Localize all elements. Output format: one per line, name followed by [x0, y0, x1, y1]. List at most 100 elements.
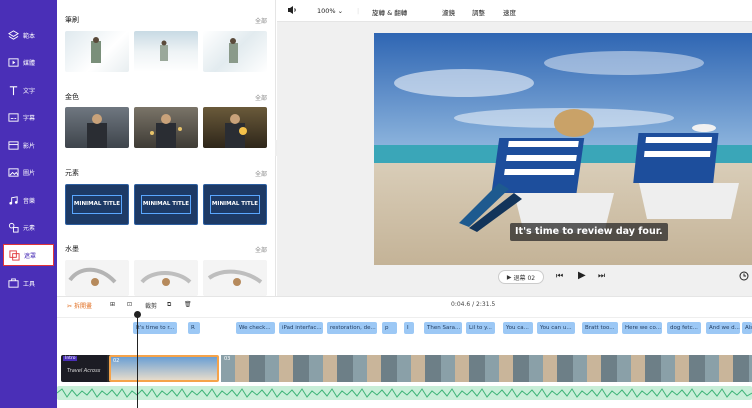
overlay-thumbnail[interactable] — [203, 31, 267, 72]
see-all-link[interactable]: 全部 — [255, 93, 267, 102]
timeline-ruler[interactable] — [57, 311, 752, 318]
sidebar-item-label: 影片 — [23, 142, 36, 150]
sidebar-item-label: 音樂 — [23, 197, 36, 205]
next-button[interactable]: ⏭ — [598, 271, 605, 281]
intro-badge: Intro — [63, 356, 78, 361]
section-title-elements: 元素 — [65, 169, 79, 177]
overlay-thumbnail[interactable]: MINIMAL TITLE — [203, 184, 267, 225]
sidebar-item-text[interactable]: 文字 — [3, 79, 54, 101]
overlay-thumbnail[interactable] — [134, 260, 198, 296]
sidebar-item-media[interactable]: 媒體 — [3, 51, 54, 73]
caption-chip[interactable]: Bratt too... — [582, 322, 618, 334]
overlay-icon — [8, 249, 20, 261]
caption-chip[interactable]: p — [382, 322, 397, 334]
sidebar-item-images[interactable]: 圖片 — [3, 161, 54, 183]
audio-track[interactable] — [57, 386, 752, 400]
subtitle-icon — [7, 111, 19, 123]
sidebar-item-subtitles[interactable]: 字幕 — [3, 106, 54, 128]
split-button[interactable]: ✂ 拆開畫 — [67, 301, 92, 310]
elements-icon — [7, 221, 19, 233]
caption-chip[interactable]: Also... — [742, 322, 752, 334]
zoom-value: 100% — [317, 7, 336, 15]
media-icon — [7, 56, 19, 68]
adjust-button[interactable]: 調整 — [472, 7, 485, 17]
playhead-handle[interactable] — [134, 311, 141, 318]
sidebar-item-video[interactable]: 影片 — [3, 134, 54, 156]
caption-chip[interactable]: And we d... — [706, 322, 740, 334]
caption-chip[interactable]: Lil to y... — [466, 322, 495, 334]
time-readout: 0:04.6 / 2:31.5 — [451, 301, 496, 308]
section-title-gold: 金色 — [65, 93, 79, 101]
video-icon — [7, 139, 19, 151]
caption-chip[interactable]: It's time to r... — [133, 322, 177, 334]
overlay-thumbnail[interactable] — [65, 31, 129, 72]
sidebar-item-label: 範本 — [23, 32, 36, 40]
split-label: 拆開畫 — [73, 303, 92, 310]
sidebar-item-label: 圖片 — [23, 169, 36, 177]
video-track[interactable]: Intro Travel Across 02 03 — [57, 353, 752, 384]
filter-button[interactable]: 濾鏡 — [442, 7, 455, 17]
overlay-thumbnail[interactable]: MINIMAL TITLE — [134, 184, 198, 225]
sidebar-item-overlay[interactable]: 遮罩 — [3, 244, 54, 266]
previous-button[interactable]: ⏮ — [556, 271, 563, 281]
caption-chip[interactable]: I — [404, 322, 414, 334]
sidebar-item-label: 字幕 — [23, 114, 36, 122]
sidebar-item-label: 遮罩 — [24, 252, 37, 260]
overlay-thumbnail[interactable] — [134, 31, 198, 72]
toolbar: 100% ⌄ | 旋轉 & 翻轉 濾鏡 調整 速度 — [277, 0, 752, 22]
overlay-thumbnail[interactable] — [203, 107, 267, 148]
overlay-thumbnail[interactable]: MINIMAL TITLE — [65, 184, 129, 225]
sidebar-item-label: 文字 — [23, 87, 36, 95]
chevron-down-icon: ⌄ — [337, 7, 344, 15]
caption-chip[interactable]: We check... — [236, 322, 275, 334]
caption-chip[interactable]: Here we co... — [622, 322, 662, 334]
sidebar-item-templates[interactable]: 範本 — [3, 24, 54, 46]
play-button[interactable]: ▶ — [578, 270, 586, 281]
caption-chip[interactable]: dog fetc... — [667, 322, 701, 334]
subtitle-overlay[interactable]: It's time to review day four. — [510, 223, 668, 241]
scissors-icon: ✂ — [67, 303, 73, 310]
see-all-link[interactable]: 全部 — [255, 245, 267, 254]
cut-button[interactable]: 裁剪 — [145, 301, 157, 310]
minimal-title-text: MINIMAL TITLE — [211, 201, 259, 207]
add-icon[interactable]: ⊞ — [110, 301, 115, 308]
caption-chip[interactable]: Then Sara... — [424, 322, 462, 334]
video-clip[interactable]: 03 — [221, 355, 752, 382]
duplicate-icon[interactable]: ⧉ — [167, 301, 171, 309]
section-title-ink: 水墨 — [65, 245, 79, 253]
marker-icon[interactable]: ⊡ — [127, 301, 132, 308]
playhead[interactable] — [137, 313, 138, 408]
delete-icon[interactable]: 🗑 — [184, 301, 192, 308]
selected-clip[interactable]: 02 — [109, 355, 219, 382]
overlay-thumbnail[interactable] — [134, 107, 198, 148]
caption-chip[interactable]: R — [188, 322, 200, 334]
overlay-thumbnail[interactable] — [65, 107, 129, 148]
sidebar-item-label: 媒體 — [23, 59, 36, 67]
overlay-thumbnail[interactable] — [203, 260, 267, 296]
layers-icon — [7, 29, 19, 41]
overlay-thumbnail[interactable] — [65, 260, 129, 296]
caption-chip[interactable]: iPad interfac... — [279, 322, 323, 334]
sidebar-item-label: 元素 — [23, 224, 36, 232]
caption-chip[interactable]: You can u... — [537, 322, 575, 334]
volume-icon[interactable] — [287, 5, 297, 17]
caption-chip[interactable]: restoration, de... — [327, 322, 377, 334]
intro-clip-title: Travel Across — [67, 368, 101, 374]
section-title-brush: 筆刷 — [65, 16, 79, 24]
caption-chip[interactable]: You ca... — [503, 322, 533, 334]
sidebar-item-elements[interactable]: 元素 — [3, 216, 54, 238]
zoom-select[interactable]: 100% ⌄ — [317, 7, 343, 15]
see-all-link[interactable]: 全部 — [255, 169, 267, 178]
back-to-clip-button[interactable]: ▶ 退幕 02 — [498, 270, 544, 284]
see-all-link[interactable]: 全部 — [255, 16, 267, 25]
overlay-panel: 筆刷 全部 金色 全部 元素 全部 MINIMAL TITLE MINIMAL … — [57, 0, 276, 296]
intro-clip[interactable]: Intro Travel Across — [61, 355, 109, 382]
sidebar-item-music[interactable]: 音樂 — [3, 189, 54, 211]
rotate-flip-button[interactable]: 旋轉 & 翻轉 — [372, 7, 407, 17]
speed-button[interactable]: 速度 — [503, 7, 516, 17]
sidebar-item-tools[interactable]: 工具 — [3, 272, 54, 294]
play-icon: ▶ — [506, 273, 512, 281]
sidebar-item-label: 工具 — [23, 280, 36, 288]
clip-number: 03 — [224, 356, 231, 362]
clock-icon[interactable] — [739, 271, 749, 283]
